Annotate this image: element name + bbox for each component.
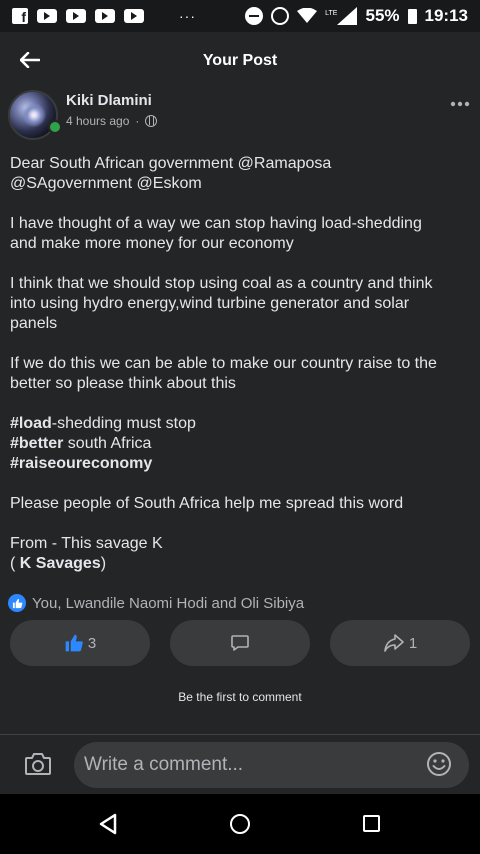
hashtag-link[interactable]: #load [10, 415, 52, 432]
share-button[interactable]: 1 [330, 620, 470, 666]
signature-name: K Savages [19, 555, 101, 572]
comment-button[interactable] [170, 620, 310, 666]
post-text-line: Please people of South Africa help me sp… [10, 495, 404, 512]
battery-percent: 55% [365, 6, 400, 25]
post-text-line: into using hydro energy,wind turbine gen… [10, 295, 410, 312]
post-text-line: panels [10, 315, 58, 332]
post-paragraph: I have thought of a way we can stop havi… [10, 214, 472, 254]
online-status-icon [48, 120, 62, 134]
like-reaction-icon [8, 594, 26, 612]
page-title: Your Post [202, 52, 278, 69]
reactions-text: You, Lwandile Naomi Hodi and Oli Sibiya [32, 594, 305, 612]
post-text-line: better so please think about this [10, 375, 236, 392]
more-options-button[interactable] [450, 96, 470, 107]
post-paragraph: If we do this we can be able to make our… [10, 354, 472, 394]
post-paragraph: I think that we should stop using coal a… [10, 274, 472, 334]
app-header: Your Post [0, 32, 480, 90]
post-text-line: #raiseoureconomy [10, 454, 472, 474]
nav-home-icon[interactable] [230, 814, 250, 834]
post-text-line: Dear South African government @Ramaposa [10, 155, 332, 172]
back-button[interactable] [14, 46, 46, 74]
author-name[interactable]: Kiki Dlamini [66, 92, 152, 109]
post-text-line: I think that we should stop using coal a… [10, 275, 433, 292]
comment-composer [0, 734, 480, 794]
clock: 19:13 [424, 6, 468, 25]
post-time[interactable]: 4 hours ago [66, 114, 129, 128]
hashtag-link[interactable]: #better [10, 435, 63, 452]
camera-icon [25, 753, 51, 775]
emoji-button[interactable] [426, 751, 452, 777]
post-text-line: I have thought of a way we can stop havi… [10, 215, 422, 232]
hashtag-paragraph: #load-shedding must stop #better south A… [10, 414, 472, 474]
post-text-line: @SAgovernment @Eskom [10, 175, 202, 192]
hashtag-link[interactable]: #raiseoureconomy [10, 455, 152, 472]
more-notifications-icon: ··· [179, 8, 196, 24]
alarm-icon [271, 7, 290, 25]
thumbs-up-icon [65, 634, 83, 652]
arrow-left-icon [20, 52, 40, 68]
meta-separator: · [135, 114, 140, 128]
youtube-notification-icon [66, 9, 86, 23]
comment-icon [231, 635, 249, 651]
post-text-line: #better south Africa [10, 434, 472, 454]
like-button[interactable]: 3 [10, 620, 150, 666]
more-horizontal-icon [450, 101, 470, 107]
youtube-notification-icon [95, 9, 115, 23]
status-bar: f ··· LTE 55% 19:13 [0, 0, 480, 32]
signature-close: ) [100, 555, 107, 572]
post-meta: 4 hours ago · [66, 114, 158, 128]
facebook-notification-icon: f [12, 8, 28, 24]
reactions-summary[interactable]: You, Lwandile Naomi Hodi and Oli Sibiya [8, 594, 304, 612]
post-body: Dear South African government @Ramaposa … [10, 154, 472, 594]
hashtag-text: -shedding must stop [51, 415, 196, 432]
post-text-line: If we do this we can be able to make our… [10, 355, 437, 372]
nav-recents-icon[interactable] [363, 815, 380, 832]
smiley-icon [427, 752, 451, 776]
system-nav-bar [0, 794, 480, 854]
like-count: 3 [87, 634, 97, 652]
wifi-icon [297, 8, 318, 23]
post-text-line: #load-shedding must stop [10, 414, 472, 434]
post-text-line: and make more money for our economy [10, 235, 294, 252]
empty-comments-text: Be the first to comment [178, 690, 302, 704]
do-not-disturb-icon [245, 7, 264, 25]
youtube-notification-icon [124, 9, 144, 23]
camera-button[interactable] [24, 751, 52, 777]
signature-open: ( [10, 555, 20, 572]
notification-icons: f ··· [12, 8, 196, 24]
post-text-line: From - This savage K [10, 535, 163, 552]
share-icon [384, 634, 404, 652]
globe-icon [145, 115, 158, 127]
post-paragraph: Dear South African government @Ramaposa … [10, 154, 472, 194]
hashtag-text: south Africa [63, 435, 152, 452]
nav-back-icon[interactable] [97, 813, 119, 835]
post-actions: 3 1 [10, 620, 470, 666]
post-header: Kiki Dlamini 4 hours ago · [8, 90, 472, 140]
share-count: 1 [408, 634, 418, 652]
signal-icon [337, 7, 358, 25]
lte-label: LTE [325, 10, 338, 17]
comment-input[interactable] [74, 742, 469, 788]
post-text-line: ( K Savages) [10, 554, 472, 574]
battery-icon [407, 8, 417, 24]
youtube-notification-icon [37, 9, 57, 23]
post-signature: From - This savage K ( K Savages) [10, 534, 472, 574]
post-paragraph: Please people of South Africa help me sp… [10, 494, 472, 514]
system-icons: LTE 55% 19:13 [245, 6, 468, 26]
